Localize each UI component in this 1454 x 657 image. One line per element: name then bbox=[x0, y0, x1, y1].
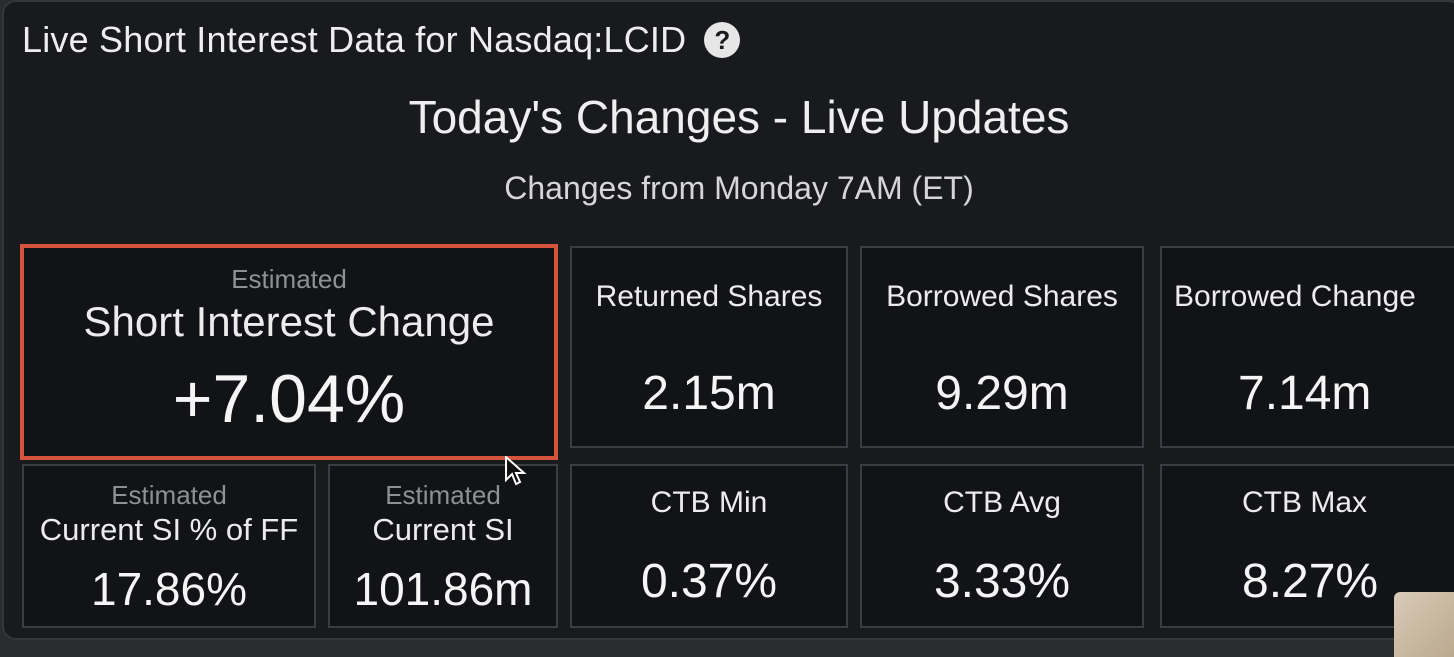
estimated-label: Estimated bbox=[231, 264, 347, 294]
ctb-min-label: CTB Min bbox=[650, 486, 768, 519]
ctb-avg-label: CTB Avg bbox=[943, 486, 1061, 519]
ctb-min-card: CTB Min 0.37% bbox=[570, 464, 848, 628]
section-title: Today's Changes - Live Updates bbox=[408, 91, 1070, 143]
changes-from-text: Changes from Monday 7AM (ET) bbox=[504, 170, 974, 206]
borrowed-change-value: 7.14m bbox=[1238, 367, 1372, 420]
mouse-cursor-icon bbox=[505, 456, 527, 486]
returned-shares-card: Returned Shares 2.15m bbox=[570, 246, 848, 448]
borrowed-change-label: Borrowed Change bbox=[1174, 280, 1416, 313]
panel-header: Live Short Interest Data for Nasdaq:LCID… bbox=[22, 16, 741, 64]
returned-shares-value: 2.15m bbox=[642, 367, 776, 420]
short-interest-change-label: Short Interest Change bbox=[83, 298, 495, 345]
ctb-max-label: CTB Max bbox=[1242, 486, 1368, 519]
current-si-card: Estimated Current SI 101.86m bbox=[328, 464, 558, 628]
current-si-label: Current SI bbox=[372, 512, 514, 547]
current-si-pct-ff-card: Estimated Current SI % of FF 17.86% bbox=[22, 464, 316, 628]
panel-title: Live Short Interest Data for Nasdaq:LCID bbox=[22, 19, 687, 60]
borrowed-change-card: Borrowed Change 7.14m bbox=[1160, 246, 1454, 448]
current-si-pct-ff-label: Current SI % of FF bbox=[39, 512, 299, 547]
current-si-value: 101.86m bbox=[353, 563, 533, 615]
ctb-min-value: 0.37% bbox=[640, 555, 778, 608]
short-interest-panel: Live Short Interest Data for Nasdaq:LCID… bbox=[2, 0, 1454, 640]
ctb-avg-value: 3.33% bbox=[933, 555, 1071, 608]
video-thumbnail-corner bbox=[1394, 592, 1454, 657]
ctb-avg-card: CTB Avg 3.33% bbox=[860, 464, 1144, 628]
current-si-pct-ff-value: 17.86% bbox=[90, 563, 247, 615]
returned-shares-label: Returned Shares bbox=[595, 280, 823, 313]
borrowed-shares-label: Borrowed Shares bbox=[886, 280, 1118, 313]
question-circle-icon[interactable]: ? bbox=[704, 22, 741, 58]
short-interest-change-card: Estimated Short Interest Change +7.04% bbox=[20, 244, 558, 460]
borrowed-shares-card: Borrowed Shares 9.29m bbox=[860, 246, 1144, 448]
estimated-label: Estimated bbox=[111, 480, 227, 510]
borrowed-shares-value: 9.29m bbox=[935, 367, 1069, 420]
short-interest-change-value: +7.04% bbox=[172, 361, 406, 437]
